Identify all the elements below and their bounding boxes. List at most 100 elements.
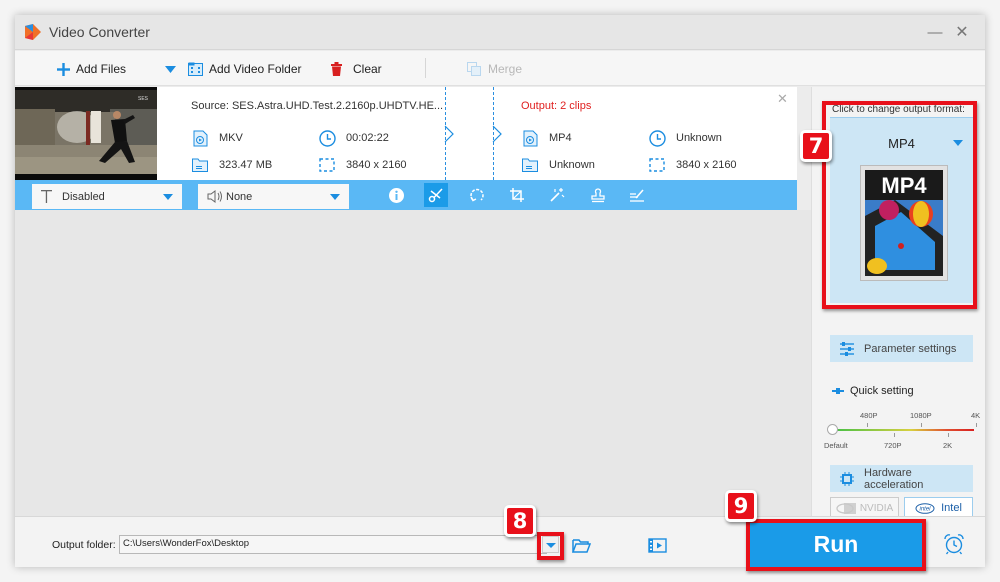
effects-button[interactable] <box>545 183 569 207</box>
watermark-button[interactable] <box>586 183 610 207</box>
clock-icon <box>648 129 666 147</box>
merge-icon <box>467 62 481 76</box>
slider-tick <box>976 423 977 427</box>
add-files-label: Add Files <box>76 62 127 76</box>
sliders-icon <box>840 341 854 356</box>
slider-mini-icon <box>832 388 844 394</box>
close-window-button[interactable]: ✕ <box>949 21 975 45</box>
bottom-bar: Output folder: C:\Users\WonderFox\Deskto… <box>15 516 985 571</box>
step-9-highlight <box>746 519 926 571</box>
text-t-icon <box>41 190 52 203</box>
watermark-stamp-icon <box>591 188 605 203</box>
output-format-value: MP4 <box>549 132 572 144</box>
output-size: Unknown <box>521 156 595 174</box>
crop-button[interactable] <box>505 183 529 207</box>
add-files-dropdown[interactable] <box>165 60 176 78</box>
video-folder-icon <box>188 62 203 76</box>
rotate-button[interactable] <box>465 183 489 207</box>
window-title: Video Converter <box>49 24 150 40</box>
source-filename: Source: SES.Astra.UHD.Test.2.2160p.UHDTV… <box>191 100 444 112</box>
source-resolution: 3840 x 2160 <box>318 156 407 174</box>
nvidia-logo-icon <box>836 502 856 514</box>
output-duration-value: Unknown <box>676 132 722 144</box>
output-settings-panel: Click to change output format: MP4 MP4 P… <box>811 87 985 519</box>
output-format: MP4 <box>521 129 572 147</box>
subtitle-dropdown-value: Disabled <box>62 190 105 203</box>
nvidia-label: NVIDIA <box>859 502 894 514</box>
add-files-button[interactable]: Add Files <box>57 60 126 78</box>
video-folder-open-icon[interactable] <box>648 538 667 553</box>
parameter-settings-button[interactable]: Parameter settings <box>830 335 973 362</box>
clear-label: Clear <box>353 62 382 76</box>
quality-label-4k: 4K <box>971 411 981 420</box>
source-duration-value: 00:02:22 <box>346 132 389 144</box>
output-folder-label: Output folder: <box>52 539 116 551</box>
output-resolution-value: 3840 x 2160 <box>676 159 737 171</box>
quick-setting-header: Quick setting <box>832 385 914 397</box>
file-item: SES Source: SES.Astra.UHD.Test.2.2160p.U… <box>15 87 797 210</box>
chevron-right-icon <box>492 125 502 143</box>
rotate-icon <box>470 188 484 202</box>
source-duration: 00:02:22 <box>318 129 389 147</box>
app-window: Video Converter — ✕ Add Files Add Video … <box>15 15 985 571</box>
step-7-highlight <box>822 101 977 309</box>
edit-bar: Disabled None <box>15 180 797 210</box>
subtitle-edit-button[interactable] <box>625 183 649 207</box>
source-size-value: 323.47 MB <box>219 159 273 171</box>
svg-text:intel: intel <box>920 506 932 512</box>
audio-track-dropdown[interactable]: None <box>198 184 349 209</box>
hardware-acceleration-button[interactable]: Hardware acceleration <box>830 465 973 492</box>
chip-icon <box>840 471 854 486</box>
resolution-icon <box>648 156 666 174</box>
source-format: MKV <box>191 129 243 147</box>
intel-label: Intel <box>941 502 962 514</box>
info-button[interactable] <box>384 183 408 207</box>
source-size: 323.47 MB <box>191 156 272 174</box>
alarm-clock-icon[interactable] <box>943 533 965 555</box>
audio-track-value: None <box>226 190 253 203</box>
slider-knob[interactable] <box>827 424 838 435</box>
title-bar: Video Converter — ✕ <box>15 15 985 50</box>
toolbar-divider <box>425 58 426 78</box>
quality-slider[interactable]: 480P 1080P 4K Default 720P 2K <box>824 405 984 450</box>
output-clips-label: Output: 2 clips <box>521 100 592 112</box>
plus-icon <box>57 62 70 76</box>
slider-tick <box>867 423 868 427</box>
hardware-acceleration-label: Hardware acceleration <box>864 466 924 491</box>
add-video-folder-label: Add Video Folder <box>209 62 302 76</box>
quality-label-default: Default <box>824 441 848 450</box>
step-8-highlight <box>537 532 564 560</box>
source-resolution-value: 3840 x 2160 <box>346 159 407 171</box>
quality-label-2k: 2K <box>943 441 953 450</box>
clock-icon <box>318 129 336 147</box>
output-folder-input[interactable]: C:\Users\WonderFox\Desktop <box>119 535 547 554</box>
output-duration: Unknown <box>648 129 722 147</box>
subtitle-dropdown[interactable]: Disabled <box>32 184 182 209</box>
caret-down-icon <box>165 65 176 73</box>
slider-tick <box>948 433 949 437</box>
clear-button[interactable]: Clear <box>331 60 382 78</box>
trim-button[interactable] <box>424 183 448 207</box>
effects-wand-icon <box>550 188 565 202</box>
merge-button[interactable]: Merge <box>467 60 522 78</box>
folder-icon <box>521 156 539 174</box>
add-video-folder-button[interactable]: Add Video Folder <box>188 60 302 78</box>
info-icon <box>388 187 404 203</box>
main-toolbar: Add Files Add Video Folder Clear Merge <box>15 51 985 86</box>
speaker-icon <box>207 190 222 203</box>
video-file-icon <box>521 129 539 147</box>
minimize-button[interactable]: — <box>922 21 948 45</box>
remove-file-button[interactable]: ✕ <box>777 91 788 107</box>
step-7-badge: 7 <box>800 130 832 162</box>
slider-tick <box>921 423 922 427</box>
thumbnail-watermark: SES <box>138 96 149 102</box>
file-list-area[interactable] <box>15 210 811 516</box>
open-folder-icon[interactable] <box>572 538 591 553</box>
output-size-value: Unknown <box>549 159 595 171</box>
subtitle-edit-icon <box>630 189 644 202</box>
quick-setting-label: Quick setting <box>850 385 914 397</box>
slider-track[interactable] <box>834 429 974 431</box>
video-thumbnail[interactable]: SES <box>15 87 157 180</box>
step-9-badge: 9 <box>725 490 757 522</box>
slider-tick <box>894 433 895 437</box>
